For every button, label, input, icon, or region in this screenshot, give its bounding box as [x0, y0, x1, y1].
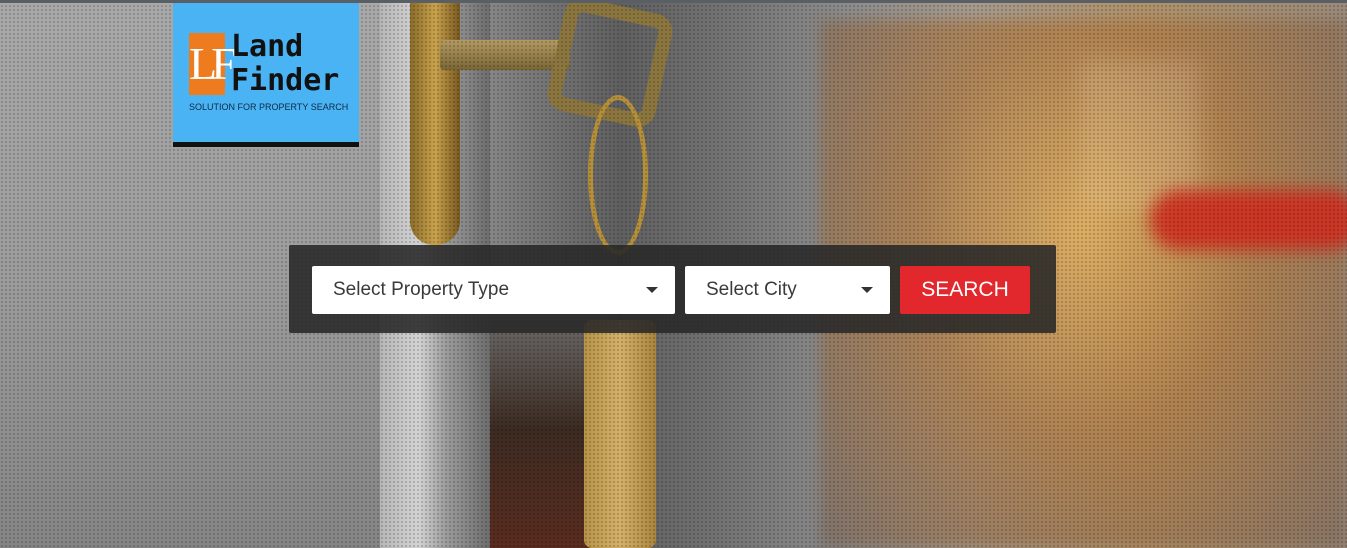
logo-text-land: Land [231, 29, 304, 64]
city-select[interactable]: Select City [685, 266, 890, 314]
site-logo[interactable]: LF Land Finder SOLUTION FOR PROPERTY SEA… [173, 3, 359, 147]
caret-down-icon [861, 287, 873, 293]
logo-tagline: SOLUTION FOR PROPERTY SEARCH [189, 102, 349, 112]
logo-text-finder: Finder [231, 63, 340, 98]
logo-mark: LF [189, 33, 237, 95]
hero-banner: LF Land Finder SOLUTION FOR PROPERTY SEA… [0, 0, 1347, 548]
city-select-label: Select City [706, 279, 797, 300]
property-type-select-label: Select Property Type [333, 279, 510, 300]
search-panel: Select Property Type Select City SEARCH [289, 245, 1056, 333]
property-type-select[interactable]: Select Property Type [312, 266, 675, 314]
caret-down-icon [646, 287, 658, 293]
search-button[interactable]: SEARCH [900, 266, 1030, 314]
